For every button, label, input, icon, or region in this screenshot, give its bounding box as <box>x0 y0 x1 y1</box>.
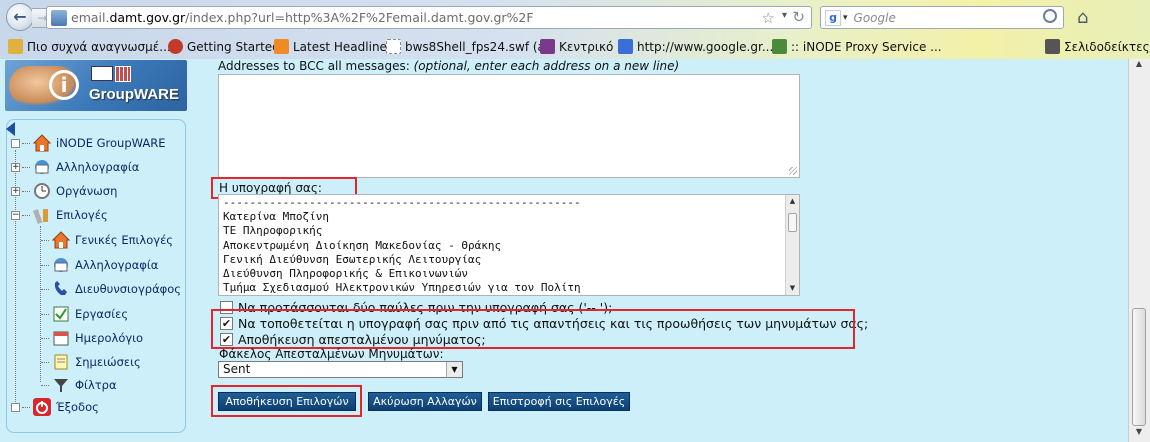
firefox-icon <box>168 39 183 54</box>
rss-icon <box>274 39 289 54</box>
bookmark-google[interactable]: http://www.google.gr... <box>618 39 773 54</box>
bookmark-most-visited[interactable]: Πιο συχνά αναγνωσμέ... <box>8 39 171 54</box>
page-scrollbar[interactable]: ▲ ▼ <box>1128 59 1150 442</box>
back-to-options-button[interactable]: Επιστροφή σις Επιλογές <box>488 392 630 411</box>
search-engine-icon[interactable]: g <box>825 9 841 26</box>
bcc-textarea[interactable] <box>218 74 800 178</box>
envelope-icon <box>91 66 113 81</box>
bookmark-latest-headlines[interactable]: Latest Headlines <box>274 39 393 54</box>
folder-icon <box>8 39 23 54</box>
browser-chrome: ← → email.damt.gov.gr/index.php?url=http… <box>0 0 1150 59</box>
site-identity-icon[interactable] <box>51 9 67 26</box>
tree-icon <box>772 39 787 54</box>
bookmarks-toolbar: Πιο συχνά αναγνωσμέ... Getting Started L… <box>0 35 1150 59</box>
power-icon <box>32 397 52 417</box>
page-scroll-thumb[interactable] <box>1132 308 1146 426</box>
sidebar-item-tasks[interactable]: Εργασίες <box>41 304 128 324</box>
bookmark-bws8shell[interactable]: bws8Shell_fps24.swf (a... <box>386 39 556 54</box>
sidebar-item-mail-options[interactable]: Αλληλογραφία <box>41 255 158 275</box>
calendar-grid-icon <box>115 66 131 82</box>
sidebar-item-organization[interactable]: + Οργάνωση <box>11 181 117 201</box>
search-placeholder[interactable]: Google <box>854 11 896 25</box>
bird-icon <box>540 39 555 54</box>
navigation-toolbar: ← → email.damt.gov.gr/index.php?url=http… <box>0 0 1150 34</box>
page-icon <box>386 39 401 54</box>
resize-grip-icon[interactable] <box>789 167 797 175</box>
logo-text: GroupWARE <box>89 86 179 103</box>
search-engine-dropdown-icon[interactable]: ▾ <box>843 13 848 23</box>
signature-text: ----------------------------------------… <box>223 196 581 295</box>
bcc-label: Addresses to BCC all messages: (optional… <box>218 59 680 73</box>
web-page: i GroupWARE iNODE GroupWARE + Αλληλογραφ… <box>0 59 1150 442</box>
sidebar-item-mail[interactable]: + Αλληλογραφία <box>11 157 139 177</box>
expand-icon[interactable]: + <box>11 162 20 172</box>
options-form: Addresses to BCC all messages: (optional… <box>206 59 1128 442</box>
bookmarks-icon <box>1045 39 1060 54</box>
bookmark-inode-proxy[interactable]: :: iNODE Proxy Service ... <box>772 39 942 54</box>
clock-icon <box>32 181 52 201</box>
collapse-icon[interactable]: − <box>11 210 20 220</box>
groupware-logo[interactable]: i GroupWARE <box>5 60 187 111</box>
undo-changes-button[interactable]: Ακύρωση Αλλαγών <box>368 392 482 411</box>
scroll-up-icon[interactable]: ▲ <box>786 195 799 208</box>
back-arrow-icon: ← <box>13 7 27 26</box>
scroll-down-icon[interactable]: ▼ <box>1129 427 1149 441</box>
reload-icon[interactable]: ↻ <box>792 8 805 26</box>
back-button[interactable]: ← <box>6 3 34 31</box>
logo-i-icon: i <box>49 70 79 100</box>
tools-icon <box>32 205 52 225</box>
url-text[interactable]: email.damt.gov.gr/index.php?url=http%3A%… <box>71 10 534 25</box>
notes-icon <box>51 352 71 372</box>
history-dropdown-icon[interactable]: ▾ <box>782 10 787 21</box>
search-magnifier-icon[interactable] <box>1043 9 1057 23</box>
sidebar-item-exit[interactable]: Έξοδος <box>11 397 99 417</box>
bookmarks-menu[interactable]: Σελιδοδείκτες <box>1045 39 1150 54</box>
tasks-icon <box>51 304 71 324</box>
filter-icon <box>51 375 71 395</box>
bookmark-getting-started[interactable]: Getting Started <box>168 39 280 54</box>
sent-folder-select[interactable]: Sent ▼ <box>218 361 463 378</box>
sidebar-item-inode-groupware[interactable]: iNODE GroupWARE <box>11 133 166 153</box>
phone-icon <box>51 279 71 299</box>
mail-icon <box>51 255 71 275</box>
search-bar[interactable]: g ▾ Google <box>820 6 1064 29</box>
mail-icon <box>32 157 52 177</box>
expander[interactable] <box>11 138 20 148</box>
sidebar-item-address-book[interactable]: Διευθυνσιογράφος <box>41 279 181 299</box>
sidebar-item-filters[interactable]: Φίλτρα <box>41 375 117 395</box>
highlight-box <box>211 309 855 349</box>
home-icon[interactable]: ⌂ <box>1077 7 1088 28</box>
scroll-up-icon[interactable]: ▲ <box>1129 59 1149 73</box>
scroll-down-icon[interactable]: ▼ <box>786 282 799 295</box>
sidebar-item-calendar[interactable]: Ημερολόγιο <box>41 328 143 348</box>
signature-scrollbar[interactable]: ▲ ▼ <box>785 195 799 295</box>
sent-folder-label: Φάκελος Απεσταλμένων Μηνυμάτων: <box>219 347 444 361</box>
home-icon <box>51 230 71 250</box>
home-icon <box>32 133 52 153</box>
sidebar-item-notes[interactable]: Σημειώσεις <box>41 352 141 372</box>
address-bar[interactable]: email.damt.gov.gr/index.php?url=http%3A%… <box>46 6 812 29</box>
bookmark-kentriko[interactable]: Κεντρικό <box>540 39 613 54</box>
signature-textarea[interactable]: ----------------------------------------… <box>218 194 800 296</box>
expand-icon[interactable]: + <box>11 186 20 196</box>
highlight-box <box>211 385 362 417</box>
sidebar-item-general-options[interactable]: Γενικές Επιλογές <box>41 230 173 250</box>
scroll-thumb[interactable] <box>788 213 797 232</box>
google-icon <box>618 39 633 54</box>
calendar-icon <box>51 328 71 348</box>
sidebar-item-options[interactable]: − Επιλογές <box>11 205 108 225</box>
sidebar: i GroupWARE iNODE GroupWARE + Αλληλογραφ… <box>0 59 192 442</box>
bookmark-star-icon[interactable]: ☆ <box>762 9 775 27</box>
expander[interactable] <box>11 402 20 412</box>
chevron-down-icon[interactable]: ▼ <box>446 362 462 377</box>
